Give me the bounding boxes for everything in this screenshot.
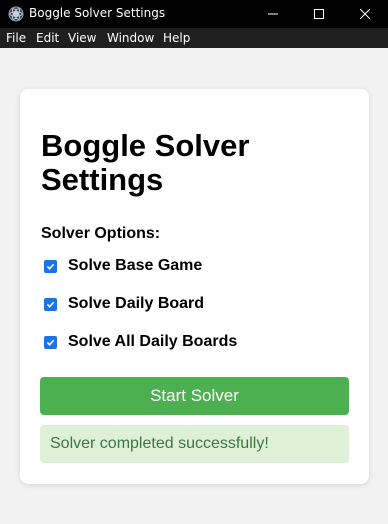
option-label: Solve All Daily Boards: [68, 333, 238, 350]
checkmark-icon: [46, 301, 55, 308]
title-bar: Boggle Solver Settings: [0, 0, 388, 28]
minimize-icon: [268, 13, 278, 15]
maximize-icon: [314, 9, 324, 19]
close-icon: [360, 9, 370, 19]
menu-edit[interactable]: Edit: [36, 31, 59, 45]
page-title: Boggle Solver Settings: [41, 128, 250, 197]
checkbox-solve-base-game[interactable]: [44, 259, 57, 273]
status-message: Solver completed successfully!: [40, 425, 349, 463]
app-logo-icon: [8, 6, 24, 22]
checkbox-solve-all-daily-boards[interactable]: [44, 335, 57, 349]
option-solve-all-daily-boards[interactable]: Solve All Daily Boards: [44, 332, 237, 352]
option-label: Solve Base Game: [68, 257, 203, 274]
maximize-button[interactable]: [296, 0, 342, 28]
menu-window[interactable]: Window: [107, 31, 154, 45]
settings-card: Boggle Solver Settings Solver Options: S…: [20, 89, 369, 484]
checkmark-icon: [46, 339, 55, 346]
option-label: Solve Daily Board: [68, 295, 205, 312]
option-solve-base-game[interactable]: Solve Base Game: [44, 256, 202, 276]
option-solve-daily-board[interactable]: Solve Daily Board: [44, 294, 204, 314]
close-button[interactable]: [342, 0, 388, 28]
window-title: Boggle Solver Settings: [29, 6, 166, 20]
menu-view[interactable]: View: [68, 31, 96, 45]
menu-bar: File Edit View Window Help: [0, 28, 388, 48]
start-solver-button[interactable]: Start Solver: [40, 377, 349, 415]
solver-options-label: Solver Options:: [41, 225, 161, 242]
checkbox-solve-daily-board[interactable]: [44, 297, 57, 311]
minimize-button[interactable]: [250, 0, 296, 28]
menu-help[interactable]: Help: [163, 31, 190, 45]
checkmark-icon: [46, 263, 55, 270]
menu-file[interactable]: File: [6, 31, 26, 45]
